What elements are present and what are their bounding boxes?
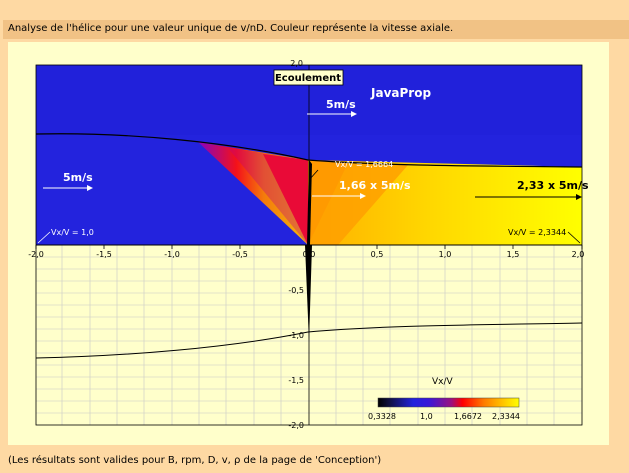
- inflow-arrow-label: 5m/s: [63, 171, 93, 184]
- page-title: Analyse de l'hélice pour une valeur uniq…: [8, 23, 454, 34]
- vx-label-right: Vx/V = 2,3344: [508, 228, 566, 237]
- y-tick: 2,0: [290, 59, 303, 68]
- footer-note: (Les résultats sont valides pour B, rpm,…: [8, 455, 382, 466]
- vx-label-disk: Vx/V = 1,6664: [335, 160, 393, 169]
- colorbar-title: Vx/V: [432, 377, 454, 387]
- flow-label: Ecoulement: [275, 73, 341, 84]
- propeller-blade-lower: [305, 245, 312, 342]
- x-tick: -0,5: [232, 250, 248, 259]
- colorbar-label: 2,3344: [492, 412, 520, 421]
- colorbar-label: 1,6672: [454, 412, 482, 421]
- y-tick: -1,5: [288, 376, 304, 385]
- plot-panel: -2,0 -1,5 -1,0 -0,5 0,0 0,5 1,0 1,5 2,0 …: [8, 42, 609, 445]
- y-tick: -1,0: [288, 331, 304, 340]
- outflow-arrow-label: 2,33 x 5m/s: [517, 179, 589, 192]
- colorbar-label: 1,0: [420, 412, 433, 421]
- colorbar-label: 0,3328: [368, 412, 396, 421]
- x-tick: -2,0: [28, 250, 44, 259]
- disk-arrow-label: 1,66 x 5m/s: [339, 179, 411, 192]
- y-tick: -0,5: [288, 286, 304, 295]
- y-tick: -2,0: [288, 421, 304, 430]
- brand-label: JavaProp: [370, 86, 431, 100]
- x-tick: -1,0: [164, 250, 180, 259]
- x-tick: 1,5: [507, 250, 520, 259]
- flow-visualization: -2,0 -1,5 -1,0 -0,5 0,0 0,5 1,0 1,5 2,0 …: [28, 59, 589, 430]
- x-tick-labels: -2,0 -1,5 -1,0 -0,5 0,0 0,5 1,0 1,5 2,0: [28, 250, 584, 259]
- x-tick: 0,0: [303, 250, 316, 259]
- x-tick: 2,0: [572, 250, 585, 259]
- x-tick: 1,0: [439, 250, 452, 259]
- x-tick: 0,5: [371, 250, 384, 259]
- colorbar: [377, 397, 520, 408]
- scale-arrow-label: 5m/s: [326, 98, 356, 111]
- x-tick: -1,5: [96, 250, 112, 259]
- colorbar-labels: 0,3328 1,0 1,6672 2,3344: [368, 412, 520, 421]
- vx-label-left: Vx/V = 1,0: [51, 228, 94, 237]
